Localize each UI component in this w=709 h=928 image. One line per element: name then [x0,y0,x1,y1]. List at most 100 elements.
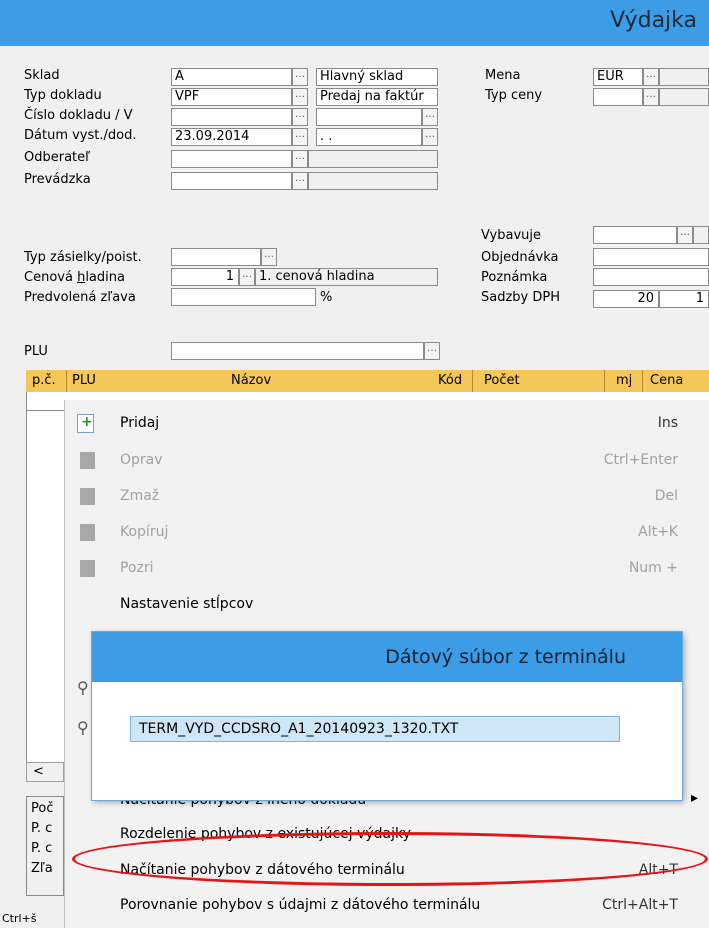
copy-icon [80,524,95,541]
label-odberatel: Odberateľ [24,150,91,165]
cenova-hladina-name-field: 1. cenová hladina [255,268,438,286]
grid-col-pc[interactable]: p.č. [32,373,56,388]
highlight-ellipse [72,832,708,886]
mena-lookup-button[interactable]: … [643,68,659,86]
menu-item-zmaz[interactable]: Zmaž [120,488,159,504]
menu-shortcut-zmaz: Del [654,488,678,504]
delete-icon [80,488,95,505]
label-cislo-dokladu: Číslo dokladu / V [24,108,133,123]
search-icon: ⚲ [77,678,89,697]
prevadzka-lookup-button[interactable]: … [292,172,308,190]
poznamka-field[interactable] [593,268,709,286]
view-icon [80,560,95,577]
terminal-file-item[interactable]: TERM_VYD_CCDSRO_A1_20140923_1320.TXT [130,716,620,742]
datum-vyst-field[interactable]: 23.09.2014 [171,128,292,146]
typ-dokladu-code-field[interactable]: VPF [171,88,292,106]
label-typ-dokladu: Typ dokladu [24,88,102,103]
edit-icon [80,452,95,469]
grid-col-plu[interactable]: PLU [72,373,96,388]
typ-ceny-extra-field [659,88,709,106]
grid-col-kod[interactable]: Kód [438,373,462,388]
search-icon-2: ⚲ [77,718,89,737]
plu-lookup-button[interactable]: … [424,342,440,360]
grid-header: p.č. PLU Názov Kód Počet mj Cena [26,370,709,393]
summary-label-1: Poč [31,801,54,816]
vybavuje-extra-field [693,226,709,244]
summary-label-2: P. c [31,821,53,836]
zlava-unit: % [320,290,333,305]
datum-dod-field[interactable]: . . [316,128,422,146]
sklad-lookup-button[interactable]: … [292,68,308,86]
dialog-title: Dátový súbor z terminálu [385,646,626,668]
vybavuje-field[interactable] [593,226,677,244]
menu-shortcut-pozri: Num + [628,560,678,576]
menu-shortcut-oprav: Ctrl+Enter [603,452,678,468]
mena-field[interactable]: EUR [593,68,643,86]
submenu-arrow-icon: ▸ [690,790,698,806]
dialog-title-bar: Dátový súbor z terminálu [92,632,682,682]
vybavuje-lookup-button[interactable]: … [677,226,693,244]
label-sklad: Sklad [24,68,60,83]
prevadzka-field[interactable] [171,172,292,190]
scroll-left-arrow-icon[interactable]: < [33,764,44,779]
cenova-hladina-lookup-button[interactable]: … [239,268,255,286]
summary-label-4: Zľa [31,861,53,876]
grid-col-pocet[interactable]: Počet [484,373,520,388]
grid-scrollbar[interactable]: < [26,762,64,782]
label-typ-ceny: Typ ceny [485,88,543,103]
sklad-name-field: Hlavný sklad [316,68,438,86]
grid-col-mj[interactable]: mj [616,373,632,388]
typ-zasielky-field[interactable] [171,248,261,266]
typ-dokladu-name-field: Predaj na faktúr [316,88,438,106]
objednavka-field[interactable] [593,248,709,266]
summary-label-3: P. c [31,841,53,856]
label-typ-zasielky: Typ zásielky/poist. [24,250,142,265]
odberatel-name-field [308,150,438,168]
typ-zasielky-lookup-button[interactable]: … [261,248,277,266]
grid-col-cena[interactable]: Cena [650,373,683,388]
typ-dokladu-lookup-button[interactable]: … [292,88,308,106]
label-vybavuje: Vybavuje [481,228,541,243]
label-objednavka: Objednávka [481,250,559,265]
sadzby-dph-field-1[interactable]: 20 [593,290,659,308]
status-shortcut-text: Ctrl+š [2,912,37,925]
mena-extra-field [659,68,709,86]
menu-item-porovnanie-pohybov[interactable]: Porovnanie pohybov s údajmi z dátového t… [120,897,480,913]
label-poznamka: Poznámka [481,270,548,285]
sklad-code-field[interactable]: A [171,68,292,86]
menu-shortcut-kopiruj: Alt+K [638,524,678,540]
cislo-dokladu-field[interactable] [171,108,292,126]
label-cenova-hladina: Cenová hladina [24,270,125,285]
terminal-file-dialog: Dátový súbor z terminálu TERM_VYD_CCDSRO… [92,632,682,800]
label-prevadzka: Prevádzka [24,172,91,187]
cislo-dokladu-v-field[interactable] [316,108,422,126]
menu-shortcut-porovnanie: Ctrl+Alt+T [602,897,678,913]
odberatel-lookup-button[interactable]: … [292,150,308,168]
plu-field[interactable] [171,342,424,360]
typ-ceny-lookup-button[interactable]: … [643,88,659,106]
prevadzka-name-field [308,172,438,190]
label-sadzby-dph: Sadzby DPH [481,290,560,305]
cislo-dokladu-v-lookup-button[interactable]: … [422,108,438,126]
sadzby-dph-field-2[interactable]: 1 [659,290,709,308]
grid-col-nazov[interactable]: Názov [231,373,271,388]
menu-item-kopiruj[interactable]: Kopíruj [120,524,168,540]
zlava-field[interactable] [171,288,316,306]
menu-item-pozri[interactable]: Pozri [120,560,154,576]
typ-ceny-field[interactable] [593,88,643,106]
menu-item-oprav[interactable]: Oprav [120,452,163,468]
menu-item-nastavenie-stlpcov[interactable]: Nastavenie stĺpcov [120,596,253,612]
datum-dod-calendar-button[interactable]: … [422,128,438,146]
datum-vyst-calendar-button[interactable]: … [292,128,308,146]
label-datum: Dátum vyst./dod. [24,128,137,143]
menu-item-pridaj[interactable]: Pridaj [120,415,159,431]
label-zlava: Predvolená zľava [24,290,136,305]
title-bar: Výdajka [0,0,709,46]
cislo-dokladu-lookup-button[interactable]: … [292,108,308,126]
menu-shortcut-pridaj: Ins [657,415,678,431]
summary-panel: Poč P. c P. c Zľa [26,796,64,896]
odberatel-field[interactable] [171,150,292,168]
add-icon: + [77,414,94,433]
cenova-hladina-num-field[interactable]: 1 [171,268,239,286]
window-title: Výdajka [610,8,697,33]
